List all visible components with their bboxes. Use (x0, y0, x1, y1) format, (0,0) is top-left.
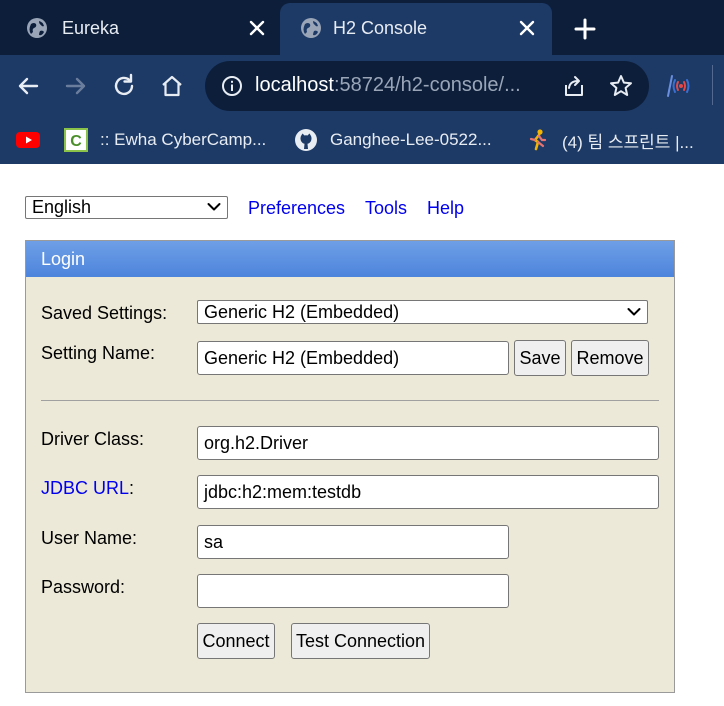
tab-h2-console[interactable]: H2 Console (280, 3, 552, 55)
url-path: :58724/h2-console/... (333, 74, 521, 96)
tab-title: Eureka (62, 18, 120, 38)
saved-settings-label: Saved Settings: (41, 303, 168, 323)
runner-icon (529, 129, 547, 151)
browser-toolbar: localhost:58724/h2-console/... (0, 55, 724, 117)
bookmark-label: (4) 팀 스프린트 |... (562, 132, 694, 152)
tab-title: H2 Console (333, 18, 428, 38)
close-icon[interactable] (512, 13, 542, 43)
language-value: English (32, 197, 92, 217)
globe-icon (27, 18, 47, 38)
bookmark-youtube[interactable] (16, 127, 40, 153)
globe-icon (301, 18, 321, 38)
h2-console-page: English Preferences Tools Help Login Sav… (0, 164, 724, 706)
url-host: localhost (255, 74, 334, 96)
chevron-down-icon (627, 308, 641, 316)
tab-strip: Eureka H2 Console (0, 0, 724, 55)
user-name-input[interactable]: sa (197, 525, 509, 559)
password-input[interactable] (197, 574, 509, 608)
bookmark-star-icon[interactable] (608, 73, 634, 99)
tab-eureka[interactable]: Eureka (0, 3, 280, 55)
password-label: Password: (41, 577, 126, 597)
bookmark-label: :: Ewha CyberCamp... (100, 130, 267, 149)
forward-arrow-icon[interactable] (61, 71, 91, 101)
test-connection-button[interactable]: Test Connection (291, 623, 430, 659)
share-icon[interactable] (561, 73, 587, 99)
github-icon (295, 129, 317, 151)
new-tab-plus-icon[interactable] (570, 14, 600, 44)
jdbc-url-input[interactable]: jdbc:h2:mem:testdb (197, 475, 659, 509)
toolbar-divider (712, 65, 713, 105)
svg-text:C: C (70, 133, 82, 150)
home-icon[interactable] (157, 71, 187, 101)
info-icon[interactable] (221, 75, 243, 97)
extension-icon[interactable] (666, 72, 696, 100)
remove-button[interactable]: Remove (571, 340, 649, 376)
preferences-link[interactable]: Preferences (248, 198, 345, 219)
divider (41, 400, 659, 401)
bookmark-label: Ganghee-Lee-0522... (330, 130, 492, 149)
address-bar[interactable]: localhost:58724/h2-console/... (205, 61, 649, 111)
login-panel: Login Saved Settings: Generic H2 (Embedd… (25, 240, 675, 693)
jdbc-url-colon: : (129, 478, 135, 498)
cybercamp-icon: C (64, 128, 88, 152)
login-header: Login (26, 241, 674, 277)
url-text: localhost:58724/h2-console/... (255, 74, 521, 97)
chevron-down-icon (207, 203, 221, 211)
bookmark-github[interactable]: Ganghee-Lee-0522... (294, 127, 492, 153)
bookmarks-bar: C :: Ewha CyberCamp... Ganghee-Lee-0522.… (0, 117, 724, 164)
bookmark-cybercamp[interactable]: C :: Ewha CyberCamp... (64, 127, 266, 153)
bookmark-team-sprint[interactable]: (4) 팀 스프린트 |... (526, 127, 694, 153)
tools-link[interactable]: Tools (365, 198, 407, 219)
language-select[interactable]: English (25, 196, 228, 219)
saved-settings-value: Generic H2 (Embedded) (204, 302, 400, 322)
close-icon[interactable] (242, 13, 272, 43)
user-name-label: User Name: (41, 528, 138, 548)
setting-name-label: Setting Name: (41, 343, 156, 363)
jdbc-url-link[interactable]: JDBC URL (41, 478, 129, 498)
saved-settings-select[interactable]: Generic H2 (Embedded) (197, 300, 648, 324)
help-link[interactable]: Help (427, 198, 464, 219)
jdbc-url-label: JDBC URL: (41, 478, 134, 499)
setting-name-input[interactable]: Generic H2 (Embedded) (197, 341, 509, 375)
driver-class-input[interactable]: org.h2.Driver (197, 426, 659, 460)
youtube-icon (16, 132, 40, 148)
reload-icon[interactable] (109, 71, 139, 101)
save-button[interactable]: Save (514, 340, 566, 376)
connect-button[interactable]: Connect (197, 623, 275, 659)
driver-class-label: Driver Class: (41, 429, 145, 449)
back-arrow-icon[interactable] (13, 71, 43, 101)
